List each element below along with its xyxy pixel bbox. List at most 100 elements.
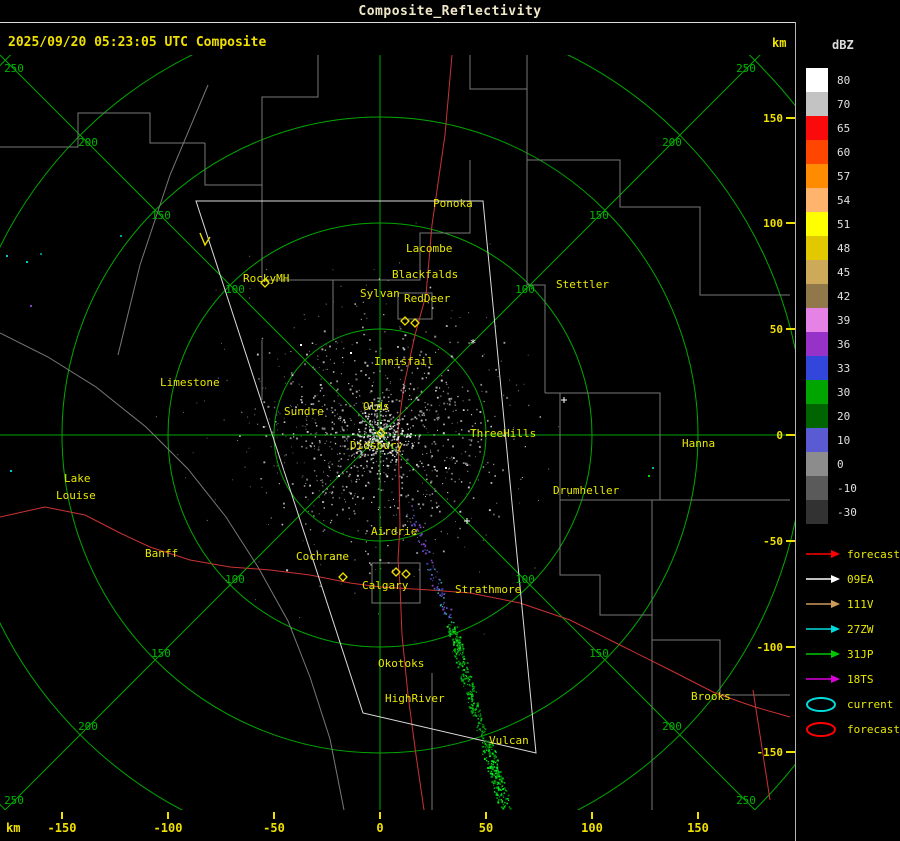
echo-streak-speckle [450,624,452,626]
echo-speckle [352,497,354,500]
echo-speckle [427,403,429,405]
echo-speckle [301,445,303,448]
echo-speckle [367,418,369,420]
echo-speckle [399,327,402,330]
echo-speckle [395,454,398,456]
echo-speckle [414,441,415,443]
county-boundaries [469,55,527,90]
echo-speckle [447,403,448,405]
echo-speckle [395,458,398,461]
echo-speckle [319,441,321,444]
echo-speckle [316,394,318,396]
track-arrow: 09EA [804,567,900,592]
echo-speckle [347,440,348,442]
echo-streak-speckle [461,678,463,681]
echo-speckle [433,488,436,490]
scale-value: 48 [837,241,851,255]
echo-speckle [263,401,266,404]
echo-streak-speckle [432,565,434,567]
city-label: Sylvan [360,287,400,300]
scale-value: 70 [837,97,851,111]
echo-streak-speckle [454,648,457,650]
echo-speckle [313,445,315,447]
echo-streak-speckle [502,788,504,791]
echo-speckle [458,433,460,435]
echo-streak-speckle [503,792,505,794]
echo-speckle [426,478,428,481]
echo-speckle [291,446,293,448]
echo-speckle [489,243,491,245]
echo-streak-speckle [458,639,461,642]
radar-map-canvas[interactable]: * Ponoka Lacombe Blackfalds Sylvan RedDeer Ste… [0,0,900,841]
echo-speckle [450,478,453,481]
echo-streak-speckle [462,675,465,677]
radar-map[interactable]: * Ponoka Lacombe Blackfalds Sylvan RedDeer Ste… [0,0,900,841]
echo-speckle [393,433,396,436]
echo-speckle [328,384,330,386]
echo-speckle [446,456,448,459]
echo-speckle [365,424,368,426]
echo-speckle [400,458,403,461]
echo-speckle [393,468,396,471]
echo-speckle [226,379,228,381]
echo-speckle [337,417,340,420]
echo-streak-speckle [488,749,490,751]
range-label: 200 [662,136,682,149]
echo-speckle [425,489,427,491]
echo-speckle [319,585,321,587]
echo-streak-speckle [495,776,498,779]
echo-streak-speckle [459,652,461,654]
track-arrow-label: 27ZW [847,623,874,636]
echo-streak-speckle [491,763,493,765]
echo-streak-speckle [489,772,492,775]
echo-speckle [406,433,409,436]
echo-streak-speckle [450,608,453,611]
echo-streak-speckle [485,759,488,762]
echo-streak-speckle [459,645,462,647]
echo-streak-speckle [477,724,479,727]
echo-speckle [223,419,225,421]
echo-speckle [397,434,399,436]
echo-speckle [524,446,526,448]
echo-speckle [331,503,333,506]
echo-speckle [375,350,377,353]
echo-speckle [259,380,261,382]
echo-speckle [429,449,431,451]
echo-streak-speckle [473,686,476,688]
echo-speckle [260,478,262,480]
echo-speckle [416,552,419,554]
echo-speckle [362,467,365,470]
echo-speckle [328,475,330,477]
echo-speckle [304,533,306,535]
echo-speckle [321,348,324,351]
echo-speckle [305,523,307,525]
echo-speckle [315,343,317,345]
echo-speckle [414,416,417,419]
echo-speckle [286,569,289,572]
echo-speckle [346,429,348,431]
echo-speckle [436,396,439,399]
scale-title: dBZ [832,38,854,52]
echo-streak-speckle [456,651,459,654]
echo-speckle [322,491,324,493]
echo-speckle [457,395,459,398]
echo-speckle [369,423,372,425]
echo-streak-speckle [457,666,460,669]
echo-streak-speckle [467,691,470,694]
echo-streak-speckle [478,721,480,723]
echo-speckle [366,364,369,367]
echo-speckle [309,529,312,531]
echo-speckle [302,425,304,427]
echo-speckle [494,415,496,417]
echo-speckle [382,460,385,462]
echo-speckle [246,451,248,453]
echo-speck [6,255,8,257]
site-diamond-icon [338,572,348,582]
echo-speckle [321,481,324,484]
echo-speckle [380,516,381,518]
echo-speckle [438,505,440,507]
echo-streak-speckle [495,780,497,782]
echo-speckle [365,541,367,543]
echo-speckle [435,390,437,392]
echo-streak-speckle [484,757,486,759]
